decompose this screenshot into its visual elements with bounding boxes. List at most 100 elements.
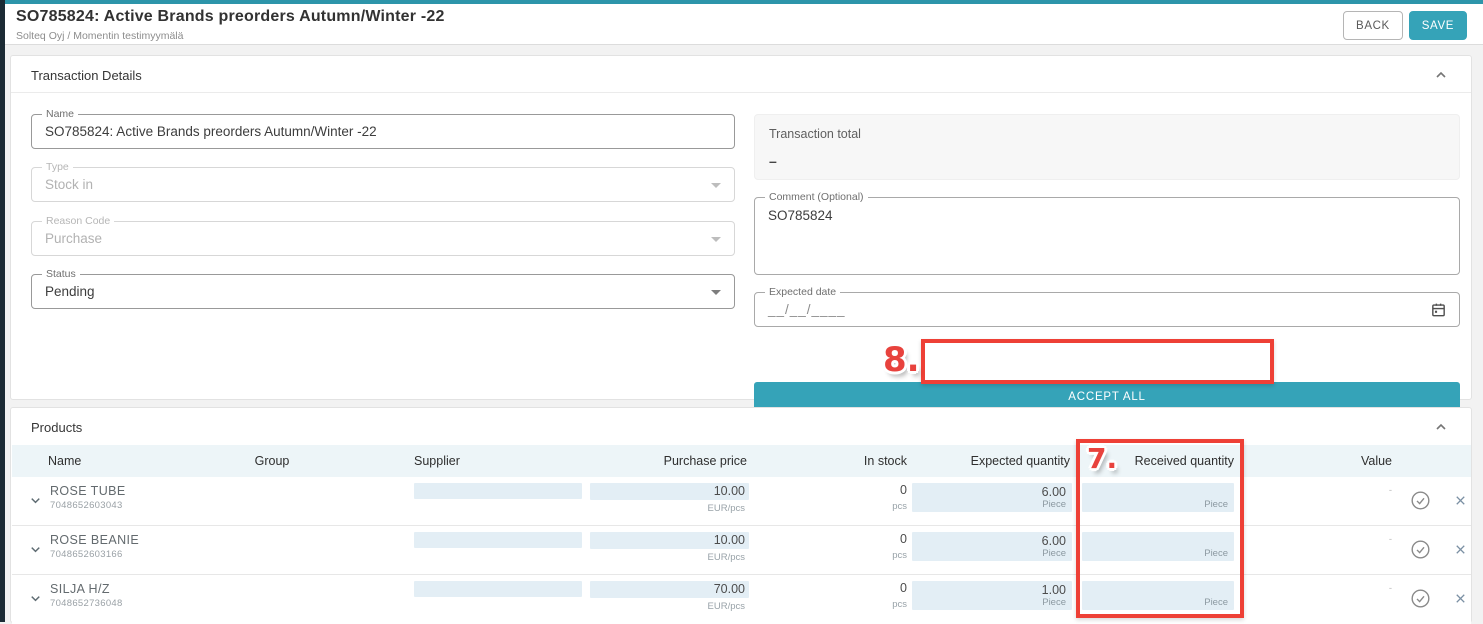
save-button[interactable]: SAVE <box>1409 11 1467 40</box>
product-code: 7048652736048 <box>50 598 123 609</box>
column-header-expected-quantity: Expected quantity <box>942 454 1070 468</box>
purchase-price-input[interactable]: 70.00 <box>590 581 749 598</box>
type-select-label: Type <box>42 161 73 173</box>
in-stock-value: 0 <box>807 483 907 497</box>
column-header-supplier: Supplier <box>414 454 460 468</box>
back-button[interactable]: BACK <box>1343 11 1403 40</box>
status-select-label: Status <box>42 268 80 280</box>
column-header-purchase-price: Purchase price <box>592 454 747 468</box>
products-title: Products <box>31 420 82 435</box>
products-header: Products <box>11 408 1471 445</box>
page-subtitle: Solteq Oyj / Momentin testimyymälä <box>16 30 183 42</box>
row-value: - <box>1342 534 1392 545</box>
type-select-value: Stock in <box>45 177 93 192</box>
expected-quantity-unit: Piece <box>1042 548 1066 559</box>
type-select: Type Stock in <box>31 167 735 202</box>
in-stock-unit: pcs <box>807 550 907 561</box>
expected-date-label: Expected date <box>765 286 840 298</box>
supplier-field[interactable] <box>414 483 582 499</box>
table-row: SILJA H/Z 7048652736048 70.00 EUR/pcs 0 … <box>12 575 1471 624</box>
column-header-in-stock: In stock <box>807 454 907 468</box>
products-table-header: Name Group Supplier Purchase price In st… <box>12 445 1471 477</box>
supplier-field[interactable] <box>414 532 582 548</box>
row-value: - <box>1342 485 1392 496</box>
calendar-icon[interactable] <box>1430 301 1447 319</box>
product-name: ROSE BEANIE <box>50 533 139 547</box>
product-name: ROSE TUBE <box>50 484 126 498</box>
remove-row-icon[interactable] <box>1453 542 1468 557</box>
column-header-name: Name <box>48 454 81 468</box>
annotation-box-accept-all <box>921 339 1274 384</box>
accept-row-icon[interactable] <box>1410 588 1431 609</box>
page-title: SO785824: Active Brands preorders Autumn… <box>16 8 445 26</box>
accept-row-icon[interactable] <box>1410 539 1431 560</box>
status-select-value: Pending <box>45 284 95 299</box>
expected-quantity-input[interactable]: 6.00 Piece <box>912 483 1072 512</box>
transaction-total-value: – <box>769 153 777 169</box>
expected-quantity-input[interactable]: 6.00 Piece <box>912 532 1072 561</box>
purchase-price-value: 10.00 <box>714 484 745 498</box>
products-card: Products Name Group Supplier Purchase pr… <box>10 407 1472 623</box>
annotation-step-7: 7. <box>1087 442 1117 475</box>
purchase-price-unit: EUR/pcs <box>590 503 749 514</box>
chevron-up-icon[interactable] <box>1433 67 1449 83</box>
status-select[interactable]: Status Pending <box>31 274 735 309</box>
purchase-price-input[interactable]: 10.00 <box>590 483 749 500</box>
name-field-value: SO785824: Active Brands preorders Autumn… <box>45 124 377 139</box>
chevron-down-icon <box>711 290 721 295</box>
supplier-field[interactable] <box>414 581 582 597</box>
expand-row-icon[interactable] <box>28 591 43 606</box>
accept-row-icon[interactable] <box>1410 490 1431 511</box>
in-stock-value: 0 <box>807 581 907 595</box>
purchase-price-unit: EUR/pcs <box>590 552 749 563</box>
table-row: ROSE BEANIE 7048652603166 10.00 EUR/pcs … <box>12 526 1471 575</box>
expand-row-icon[interactable] <box>28 542 43 557</box>
in-stock-unit: pcs <box>807 501 907 512</box>
expand-row-icon[interactable] <box>28 493 43 508</box>
reason-code-label: Reason Code <box>42 215 114 227</box>
reason-code-value: Purchase <box>45 231 102 246</box>
remove-row-icon[interactable] <box>1453 591 1468 606</box>
remove-row-icon[interactable] <box>1453 493 1468 508</box>
name-field-label: Name <box>42 108 78 120</box>
transaction-total-label: Transaction total <box>769 127 861 141</box>
in-stock-value: 0 <box>807 532 907 546</box>
table-row: ROSE TUBE 7048652603043 10.00 EUR/pcs 0 … <box>12 477 1471 526</box>
annotation-step-8: 8. <box>883 340 920 380</box>
transaction-total-box: Transaction total – <box>754 114 1460 180</box>
page: SO785824: Active Brands preorders Autumn… <box>0 0 1483 622</box>
column-header-group: Group <box>202 454 342 468</box>
top-accent-bar <box>0 0 1483 4</box>
expected-date-placeholder: __/__/____ <box>768 302 846 317</box>
expected-quantity-unit: Piece <box>1042 499 1066 510</box>
product-code: 7048652603166 <box>50 549 123 560</box>
row-value: - <box>1342 583 1392 594</box>
product-name: SILJA H/Z <box>50 582 110 596</box>
comment-field-value: SO785824 <box>768 208 833 223</box>
expected-quantity-input[interactable]: 1.00 Piece <box>912 581 1072 610</box>
purchase-price-unit: EUR/pcs <box>590 601 749 612</box>
purchase-price-value: 10.00 <box>714 533 745 547</box>
collapsed-sidebar-edge <box>0 0 5 622</box>
expected-quantity-unit: Piece <box>1042 597 1066 608</box>
app-header: SO785824: Active Brands preorders Autumn… <box>5 4 1483 45</box>
expected-quantity-value: 6.00 <box>1042 534 1066 548</box>
transaction-details-header: Transaction Details <box>11 56 1471 93</box>
product-code: 7048652603043 <box>50 500 123 511</box>
reason-code-select: Reason Code Purchase <box>31 221 735 256</box>
transaction-details-title: Transaction Details <box>31 68 142 83</box>
expected-quantity-value: 6.00 <box>1042 485 1066 499</box>
header-actions: BACK SAVE <box>1343 11 1467 40</box>
in-stock-unit: pcs <box>807 599 907 610</box>
expected-quantity-value: 1.00 <box>1042 583 1066 597</box>
name-field[interactable]: Name SO785824: Active Brands preorders A… <box>31 114 735 149</box>
purchase-price-input[interactable]: 10.00 <box>590 532 749 549</box>
purchase-price-value: 70.00 <box>714 582 745 596</box>
column-header-value: Value <box>1302 454 1392 468</box>
chevron-down-icon <box>711 183 721 188</box>
chevron-down-icon <box>711 237 721 242</box>
comment-field[interactable]: Comment (Optional) SO785824 <box>754 197 1460 275</box>
chevron-up-icon[interactable] <box>1433 419 1449 435</box>
comment-field-label: Comment (Optional) <box>765 191 868 203</box>
expected-date-field[interactable]: Expected date __/__/____ <box>754 292 1460 327</box>
